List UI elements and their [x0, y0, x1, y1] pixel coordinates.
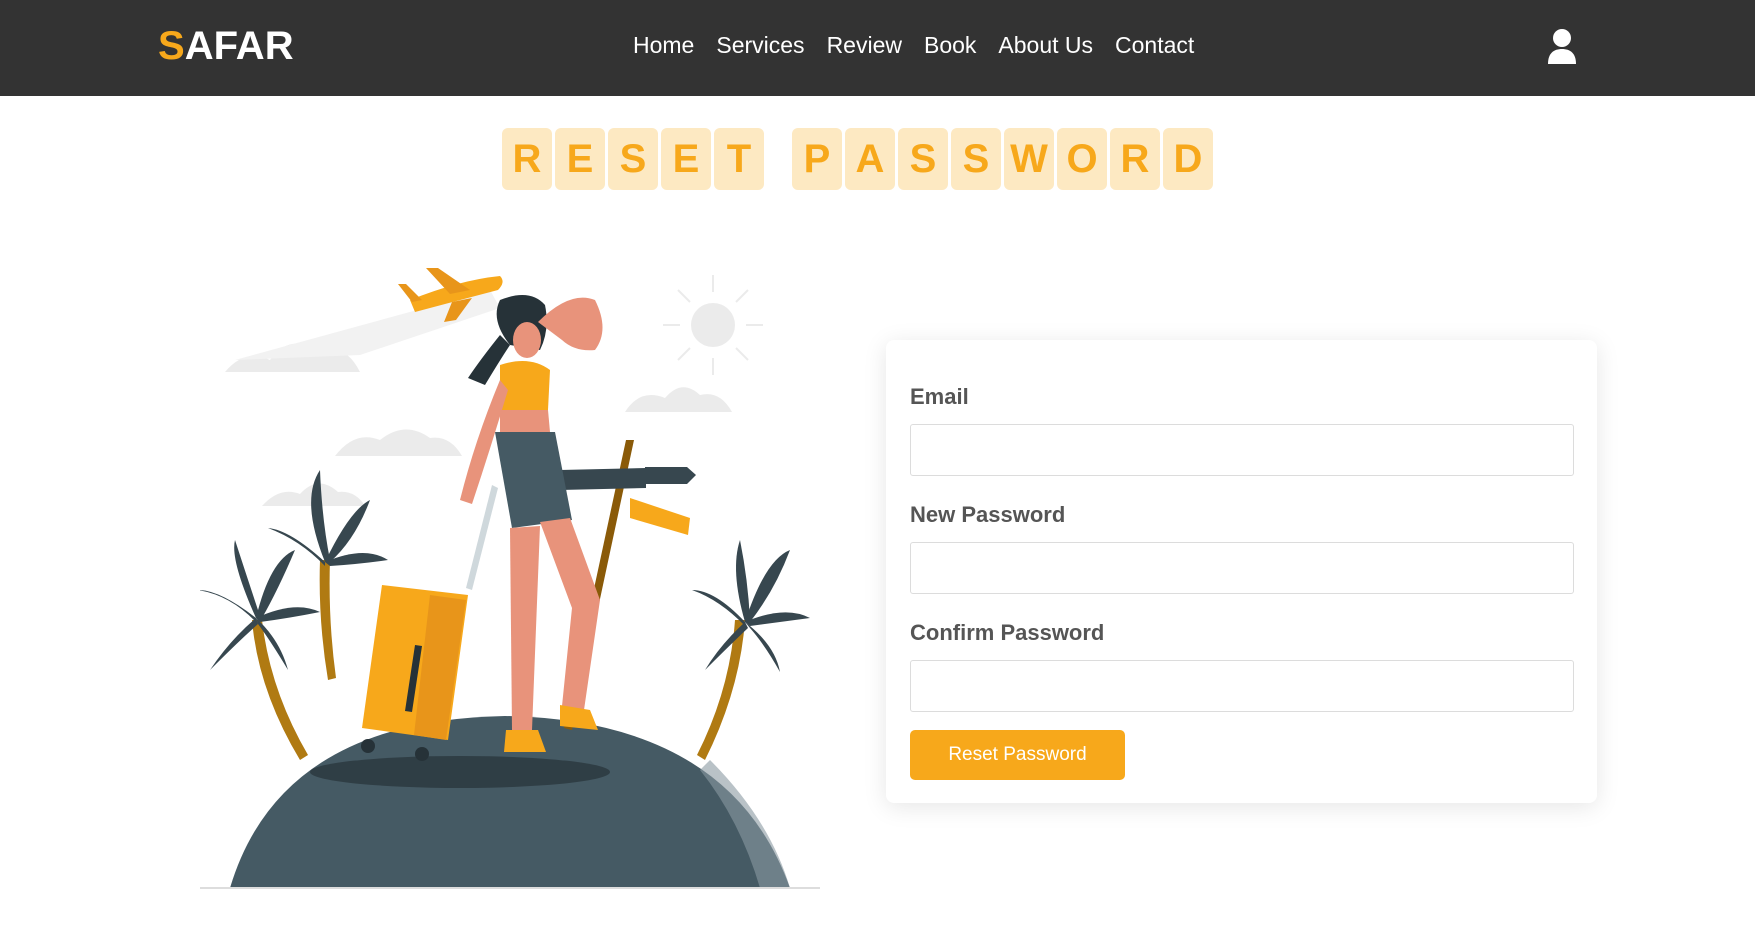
top-navbar: SAFAR Home Services Review Book About Us… [0, 0, 1755, 96]
title-letter: S [898, 128, 948, 190]
title-letter: S [608, 128, 658, 190]
title-word-gap [767, 128, 792, 190]
nav-about-us[interactable]: About Us [998, 32, 1093, 59]
palm-tree-icon [692, 540, 810, 760]
site-logo[interactable]: SAFAR [158, 24, 294, 69]
traveler-illustration-icon [198, 260, 820, 900]
nav-contact[interactable]: Contact [1115, 32, 1194, 59]
new-password-label: New Password [910, 502, 1066, 527]
logo-rest: AFAR [184, 24, 294, 68]
nav-review[interactable]: Review [827, 32, 902, 59]
traveler-person-icon [460, 295, 603, 752]
nav-services[interactable]: Services [716, 32, 804, 59]
title-letter: O [1057, 128, 1107, 190]
title-letter: A [845, 128, 895, 190]
title-letter: E [555, 128, 605, 190]
reset-password-button[interactable]: Reset Password [910, 730, 1125, 780]
title-letter: T [714, 128, 764, 190]
title-letter: S [951, 128, 1001, 190]
title-letter: W [1004, 128, 1054, 190]
title-letter: E [661, 128, 711, 190]
reset-password-form: Email New Password Confirm Password Rese… [886, 340, 1597, 803]
title-letter: R [1110, 128, 1160, 190]
new-password-field[interactable] [910, 542, 1574, 594]
page-title: R E S E T P A S S W O R D [502, 128, 1216, 190]
email-label: Email [910, 384, 969, 409]
main-nav: Home Services Review Book About Us Conta… [633, 32, 1194, 59]
user-icon[interactable] [1546, 28, 1578, 66]
sun-icon [663, 275, 763, 375]
email-field[interactable] [910, 424, 1574, 476]
title-letter: D [1163, 128, 1213, 190]
title-letter: P [792, 128, 842, 190]
title-letter: R [502, 128, 552, 190]
confirm-password-label: Confirm Password [910, 620, 1105, 645]
nav-book[interactable]: Book [924, 32, 976, 59]
palm-tree-icon [198, 470, 388, 760]
logo-first-letter: S [158, 24, 185, 68]
confirm-password-field[interactable] [910, 660, 1574, 712]
nav-home[interactable]: Home [633, 32, 694, 59]
